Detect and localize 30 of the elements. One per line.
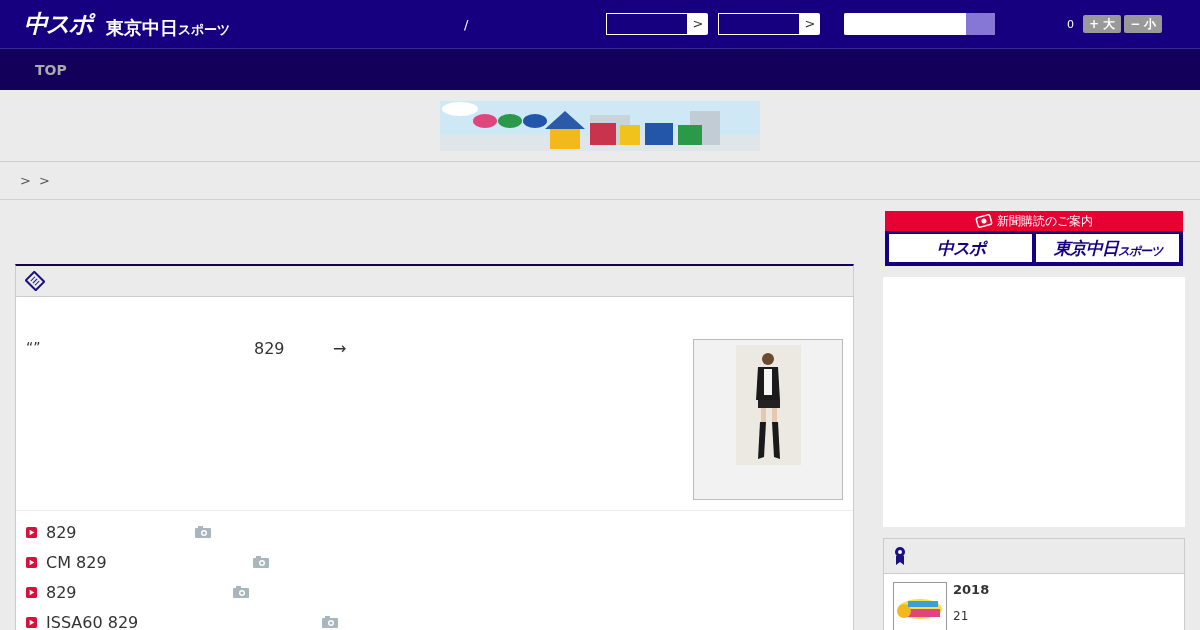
ranking-text: 21 [953,609,970,623]
breadcrumb-separator: > [20,173,31,188]
nav-tab[interactable]: TOP [35,61,67,78]
play-icon [26,556,37,568]
subscribe-title: 新聞購読のご案内 [997,212,1093,230]
camera-icon [252,556,269,568]
article-text: “” [26,339,42,355]
separator-text: / [464,16,470,32]
newspaper-icon [25,271,45,291]
camera-icon [194,526,211,538]
award-icon [894,546,906,566]
article-link[interactable]: ISSA60 829 [46,612,139,630]
article-link[interactable]: 829 [46,582,77,602]
breadcrumb-separator: > [38,173,50,188]
camera-icon [232,586,249,598]
search-field[interactable] [844,13,995,35]
select-field[interactable]: > [606,13,708,35]
ranking-title[interactable]: 2018 [953,582,990,597]
article-link[interactable]: 829 [46,522,77,542]
newspaper-link[interactable]: 東京中日スポーツ [1036,234,1179,262]
play-icon [26,586,37,598]
article-link[interactable]: CM 829 [46,552,107,572]
arrow-text: → [333,339,347,358]
ticket-icon [975,214,993,228]
article-text: 829 [254,339,286,358]
site-logo[interactable]: 東京中日スポーツ [106,16,230,40]
newspaper-link[interactable]: 中スポ [889,234,1032,262]
select-field[interactable]: > [718,13,820,35]
play-icon [26,526,37,538]
count-text: 0 [1067,17,1075,31]
